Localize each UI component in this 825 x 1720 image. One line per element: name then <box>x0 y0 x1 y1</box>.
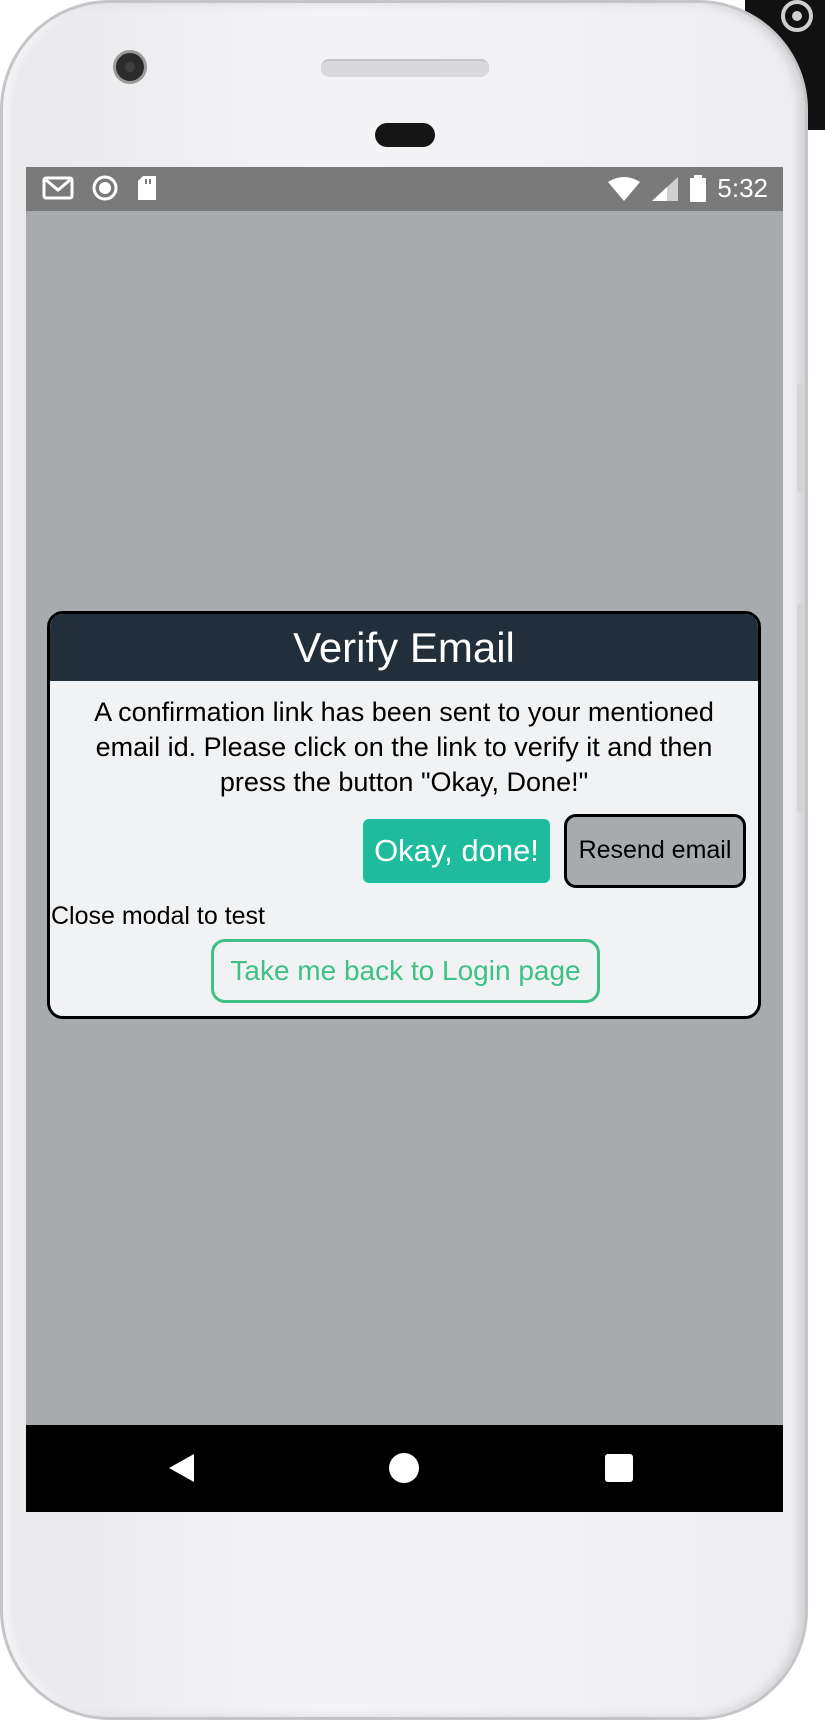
clock: 5:32 <box>717 173 768 203</box>
screen: 5:32 Verify Email A confirmation link ha… <box>26 167 783 1512</box>
home-icon[interactable] <box>388 1452 420 1484</box>
modal-message: A confirmation link has been sent to you… <box>94 697 714 797</box>
gmail-icon <box>42 176 74 200</box>
back-to-login-button[interactable]: Take me back to Login page <box>211 939 600 1003</box>
sd-card-icon <box>138 176 156 200</box>
proximity-sensor <box>375 123 435 147</box>
signal-icon <box>652 176 679 201</box>
okay-done-button[interactable]: Okay, done! <box>361 817 552 885</box>
status-bar: 5:32 <box>26 167 783 211</box>
phone-frame: 5:32 Verify Email A confirmation link ha… <box>0 0 808 1720</box>
resend-email-button[interactable]: Resend email <box>564 814 746 888</box>
earpiece-speaker <box>321 59 489 77</box>
close-modal-text[interactable]: Close modal to test <box>51 902 265 931</box>
back-icon[interactable] <box>166 1452 196 1484</box>
recents-icon[interactable] <box>604 1453 634 1483</box>
battery-icon <box>690 174 707 202</box>
side-button <box>797 383 805 493</box>
circle-icon <box>92 175 118 201</box>
navigation-bar <box>26 1425 783 1512</box>
side-button <box>797 603 805 813</box>
modal-title: Verify Email <box>50 614 758 681</box>
front-camera <box>113 50 147 84</box>
wifi-icon <box>608 176 641 201</box>
target-icon <box>781 0 813 32</box>
verify-email-modal: Verify Email A confirmation link has bee… <box>47 611 761 1019</box>
